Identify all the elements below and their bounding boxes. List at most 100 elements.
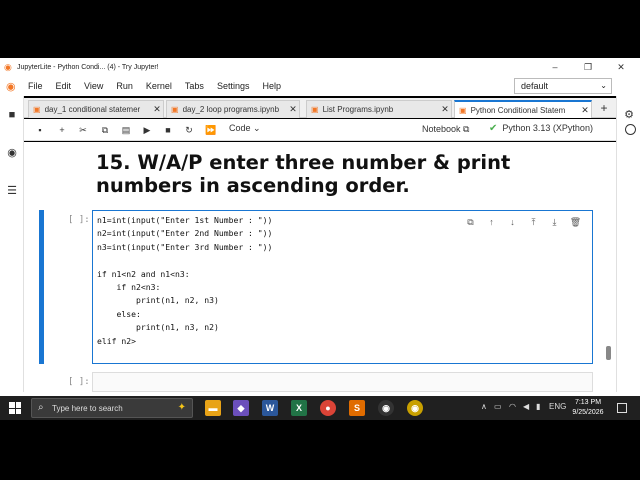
cell-type-select[interactable]: Code ⌄ <box>229 123 261 134</box>
run-icon[interactable]: ▶ <box>140 123 154 137</box>
property-inspector-icon[interactable]: ⚙ <box>622 108 636 122</box>
insert-below-icon[interactable]: ⤓ <box>544 216 565 228</box>
cell-prompt: [ ]: <box>68 215 90 225</box>
search-placeholder: Type here to search <box>52 404 123 413</box>
volume-icon[interactable]: ◀ <box>523 402 529 411</box>
menu-view[interactable]: View <box>84 81 103 91</box>
screen: ◉ JupyterLite - Python Condi... (4) - Tr… <box>0 0 640 480</box>
delete-cell-icon[interactable]: 🗑 <box>565 216 586 228</box>
close-icon[interactable]: ✕ <box>579 105 591 116</box>
taskbar-search[interactable]: ⌕ Type here to search ✦ <box>31 398 193 418</box>
close-window-button[interactable]: ✕ <box>606 58 636 76</box>
tab-day1-conditional[interactable]: ▣ day_1 conditional statemer ✕ <box>28 100 164 118</box>
code-line: print(n1, n3, n2) <box>97 322 219 333</box>
kernel-name: Python 3.13 (XPython) <box>502 123 593 133</box>
check-circle-icon: ✔ <box>489 123 498 134</box>
close-icon[interactable]: ✕ <box>287 104 299 115</box>
notebook-scrollbar[interactable] <box>604 146 612 386</box>
tab-label: day_2 loop programs.ipynb <box>182 105 280 114</box>
cut-icon[interactable]: ✂ <box>76 123 90 137</box>
code-line: else: <box>97 308 141 319</box>
tab-day2-loop[interactable]: ▣ day_2 loop programs.ipynb ✕ <box>166 100 300 118</box>
letterbox-bottom <box>0 420 640 480</box>
menu-bar: ◉ File Edit View Run Kernel Tabs Setting… <box>0 76 640 96</box>
insert-cell-icon[interactable]: + <box>55 123 69 137</box>
menu-settings[interactable]: Settings <box>217 81 250 91</box>
maximize-button[interactable]: ❐ <box>573 58 603 76</box>
network-icon[interactable]: ▭ <box>494 402 502 411</box>
language-indicator[interactable]: ENG <box>549 402 566 411</box>
code-line: if n1<n2 and n1<n3: <box>97 268 190 279</box>
scrollbar-thumb[interactable] <box>606 346 611 360</box>
menu-tabs[interactable]: Tabs <box>185 81 204 91</box>
save-icon[interactable]: ▪ <box>33 123 47 137</box>
copilot-icon[interactable]: ◆ <box>233 400 249 416</box>
notebook-label: Notebook <box>422 124 461 134</box>
chevron-down-icon: ⌄ <box>253 123 261 133</box>
open-notebook-button[interactable]: Notebook ⧉ <box>422 124 469 135</box>
tab-label: day_1 conditional statemer <box>44 105 141 114</box>
notebook-icon: ▣ <box>459 105 467 115</box>
wifi-icon[interactable]: ◠ <box>509 402 516 411</box>
menu-run[interactable]: Run <box>116 81 133 91</box>
code-line: n3=int(input("Enter 3rd Number : ")) <box>97 241 273 252</box>
chrome-icon[interactable]: ● <box>320 400 336 416</box>
empty-code-cell[interactable] <box>92 372 593 392</box>
theme-select-value: default <box>521 81 549 91</box>
battery-icon[interactable]: ▮ <box>536 402 540 411</box>
external-link-icon: ⧉ <box>463 124 470 134</box>
search-icon: ⌕ <box>38 402 44 413</box>
code-line: elif n2> <box>97 335 136 346</box>
windows-start-icon[interactable] <box>9 402 21 414</box>
add-tab-icon[interactable]: + <box>596 101 612 115</box>
chevron-down-icon: ⌄ <box>600 81 607 90</box>
theme-select[interactable]: default ⌄ <box>514 78 612 94</box>
move-down-icon[interactable]: ↓ <box>502 216 523 228</box>
jupyter-app-icon[interactable]: ◉ <box>407 400 423 416</box>
copy-icon[interactable]: ⧉ <box>98 123 112 137</box>
clock-date: 9/25/2026 <box>572 409 604 416</box>
restart-icon[interactable]: ↻ <box>182 123 196 137</box>
active-cell-indicator[interactable] <box>39 210 44 364</box>
code-line: print(n1, n2, n3) <box>97 295 219 306</box>
minimize-button[interactable]: – <box>540 58 570 76</box>
table-of-contents-icon[interactable]: ☰ <box>5 184 19 198</box>
browser-titlebar: ◉ JupyterLite - Python Condi... (4) - Tr… <box>0 58 640 76</box>
notebook-toolbar: ▪ + ✂ ⧉ ▤ ▶ ■ ↻ ⏩ Code ⌄ Notebook ⧉ ✔ Pyt… <box>24 119 636 141</box>
right-sidebar: ⚙ <box>616 96 640 392</box>
left-sidebar: ■ ◉ ☰ <box>0 96 24 392</box>
running-sessions-icon[interactable]: ◉ <box>5 146 19 160</box>
kernel-status[interactable]: ✔ Python 3.13 (XPython) <box>489 123 593 134</box>
menu-edit[interactable]: Edit <box>56 81 72 91</box>
menu-help[interactable]: Help <box>262 81 281 91</box>
code-content[interactable]: n1=int(input("Enter 1st Number : ")) n2=… <box>97 214 272 348</box>
code-line: if n2<n3: <box>97 282 161 293</box>
close-icon[interactable]: ✕ <box>151 104 163 115</box>
notification-icon[interactable] <box>617 403 627 413</box>
obs-icon[interactable]: ◉ <box>378 400 394 416</box>
paste-icon[interactable]: ▤ <box>119 123 133 137</box>
tray-chevron-up-icon[interactable]: ∧ <box>481 402 487 411</box>
markdown-heading: 15. W/A/P enter three number & print num… <box>96 151 511 197</box>
stop-icon[interactable]: ■ <box>161 123 175 137</box>
word-icon[interactable]: W <box>262 400 278 416</box>
excel-icon[interactable]: X <box>291 400 307 416</box>
tab-python-conditional[interactable]: ▣ Python Conditional Statem ✕ <box>454 100 592 118</box>
jupyter-logo-icon: ◉ <box>4 62 12 72</box>
duplicate-cell-icon[interactable]: ⧉ <box>460 216 481 228</box>
menu-file[interactable]: File <box>28 81 43 91</box>
tab-list-programs[interactable]: ▣ List Programs.ipynb ✕ <box>306 100 452 118</box>
close-icon[interactable]: ✕ <box>439 104 451 115</box>
sublime-icon[interactable]: S <box>349 400 365 416</box>
clock-time: 7:13 PM <box>574 399 602 406</box>
file-explorer-icon[interactable]: ▬ <box>205 400 221 416</box>
taskbar-clock[interactable]: 7:13 PM 9/25/2026 <box>566 398 610 418</box>
menu-kernel[interactable]: Kernel <box>146 81 172 91</box>
folder-icon[interactable]: ■ <box>5 108 19 122</box>
fast-forward-icon[interactable]: ⏩ <box>204 123 218 137</box>
insert-above-icon[interactable]: ⤒ <box>523 216 544 228</box>
code-cell-editor[interactable]: n1=int(input("Enter 1st Number : ")) n2=… <box>92 210 593 364</box>
move-up-icon[interactable]: ↑ <box>481 216 502 228</box>
cell-type-value: Code <box>229 123 251 133</box>
notebook-panel: 15. W/A/P enter three number & print num… <box>24 142 616 392</box>
